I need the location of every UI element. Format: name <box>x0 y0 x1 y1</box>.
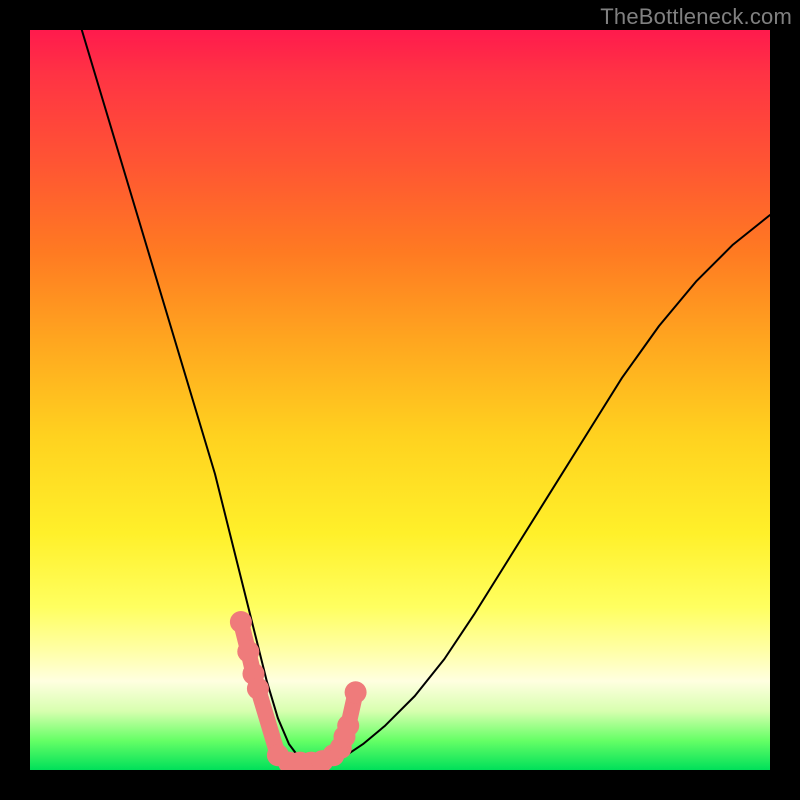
watermark-text: TheBottleneck.com <box>600 4 792 30</box>
highlight-point <box>345 681 367 703</box>
plot-svg <box>30 30 770 770</box>
plot-area <box>30 30 770 770</box>
chart-frame: TheBottleneck.com <box>0 0 800 800</box>
highlight-point <box>237 641 259 663</box>
bottleneck-curve <box>82 30 770 766</box>
highlight-point <box>247 678 269 700</box>
highlight-point <box>230 611 252 633</box>
highlight-point <box>337 715 359 737</box>
